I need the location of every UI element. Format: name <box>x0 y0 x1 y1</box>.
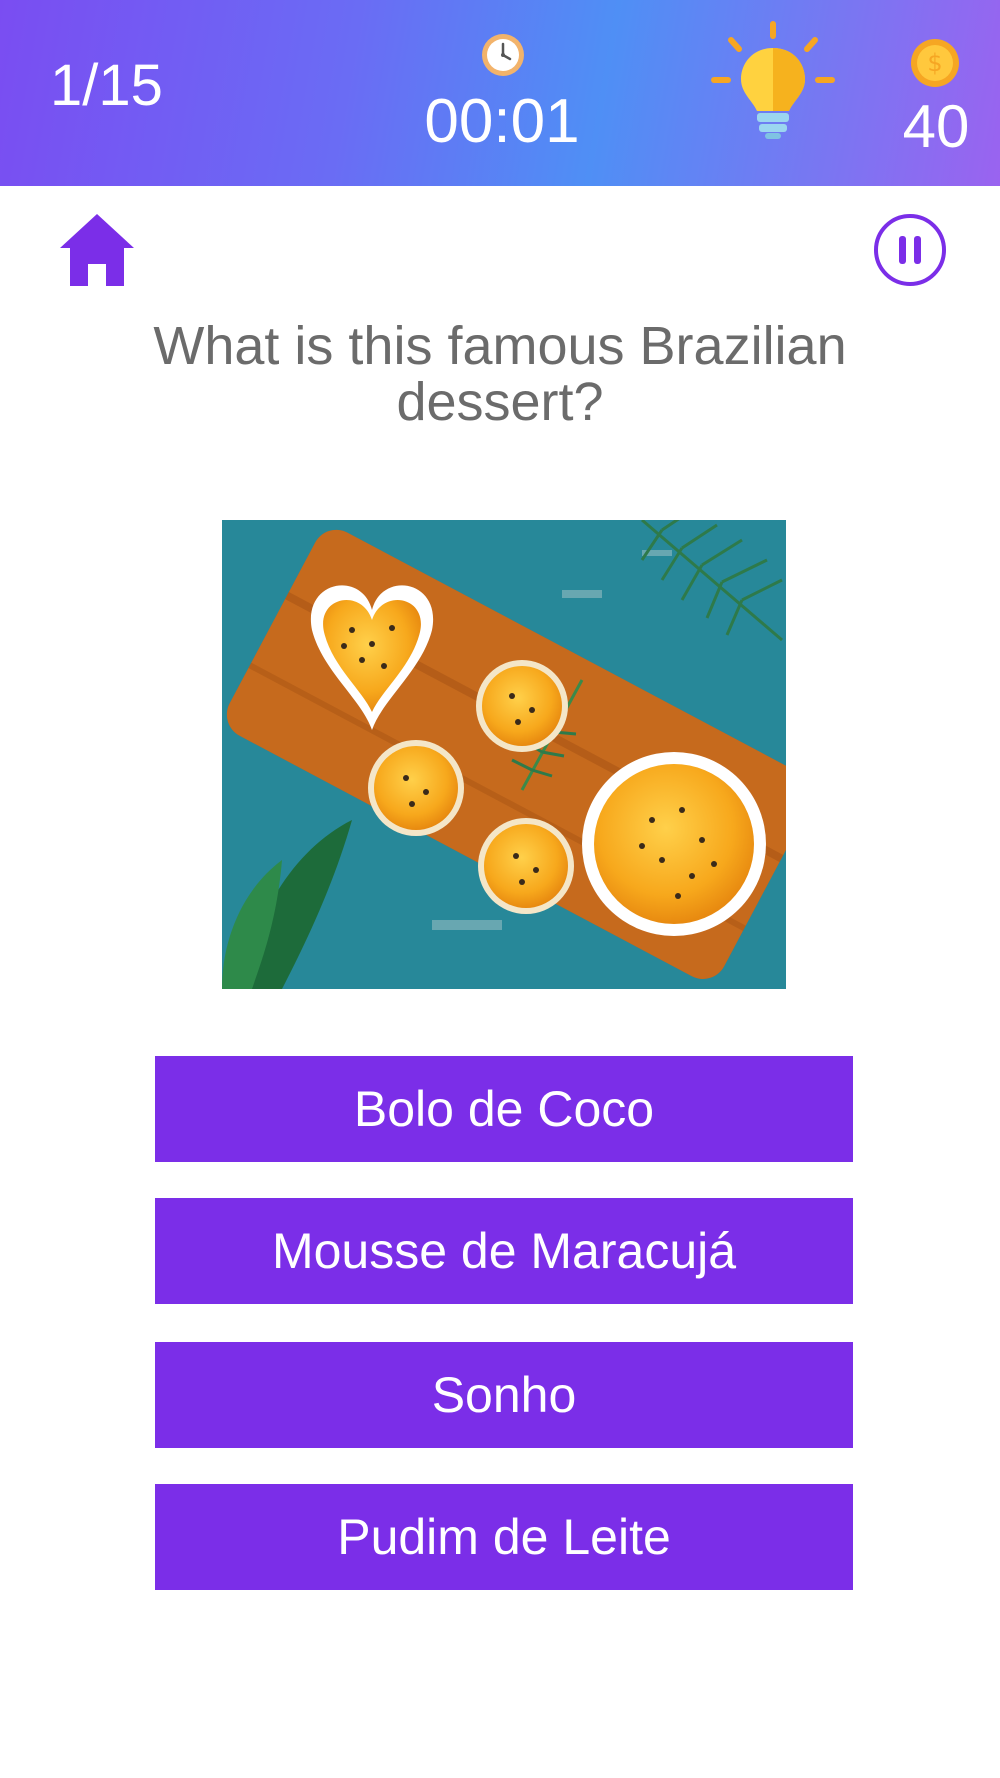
question-image <box>222 520 786 989</box>
answer-button-1[interactable]: Bolo de Coco <box>155 1056 853 1162</box>
answer-button-3[interactable]: Sonho <box>155 1342 853 1448</box>
timer: 00:01 <box>424 87 580 156</box>
answer-button-2[interactable]: Mousse de Maracujá <box>155 1198 853 1304</box>
coin-count: 40 <box>902 93 970 160</box>
svg-text:$: $ <box>927 49 942 77</box>
answer-button-4[interactable]: Pudim de Leite <box>155 1484 853 1590</box>
question-progress: 1/15 <box>50 53 163 118</box>
alarm-clock-icon <box>482 34 524 76</box>
dessert-photo <box>222 520 786 989</box>
top-bar: 1/15 00:01 $ 40 <box>0 0 1000 186</box>
home-icon[interactable] <box>58 212 136 288</box>
dollar-coin-icon: $ <box>911 39 959 87</box>
hint-button[interactable] <box>708 18 838 148</box>
question-text: What is this famous Brazilian dessert? <box>153 316 847 432</box>
pause-icon[interactable] <box>872 212 948 288</box>
